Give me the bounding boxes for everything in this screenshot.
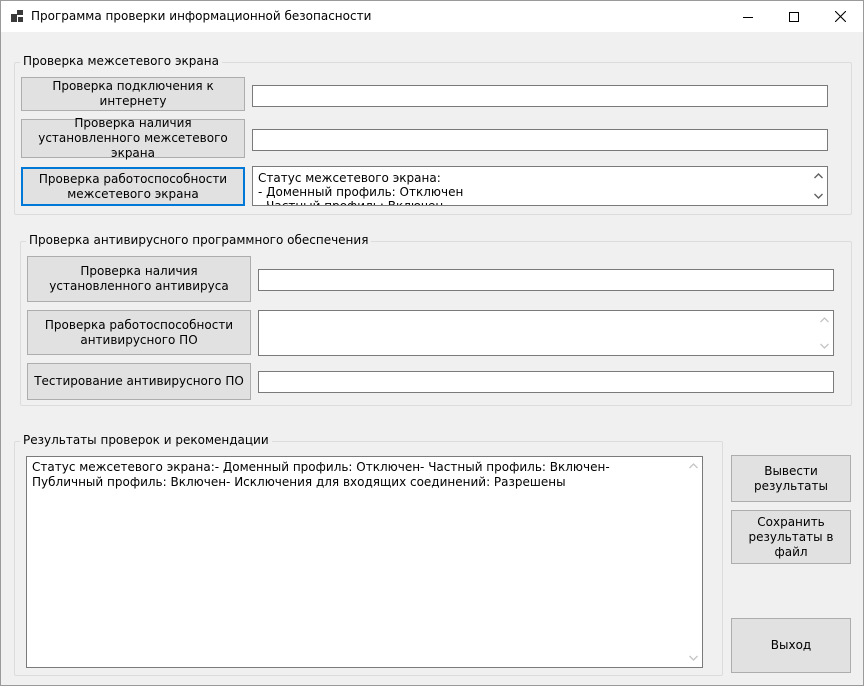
scroll-up-icon [689,463,698,469]
scroll-down-icon[interactable] [814,193,823,199]
close-button[interactable] [817,1,863,32]
antivirus-installed-result-field[interactable] [258,269,834,291]
scroll-down-icon [689,655,698,661]
check-antivirus-installed-button[interactable]: Проверка наличия установленного антивиру… [27,256,251,302]
firewall-installed-result-field[interactable] [252,129,828,151]
firewall-status-scrollbar[interactable] [810,167,827,205]
results-memo[interactable]: Статус межсетевого экрана:- Доменный про… [26,456,703,668]
antivirus-working-scrollbar [816,311,833,355]
show-results-button[interactable]: Вывести результаты [731,455,851,502]
internet-result-field[interactable] [252,85,828,107]
exit-button[interactable]: Выход [731,618,851,673]
results-scrollbar [685,457,702,667]
check-firewall-installed-button[interactable]: Проверка наличия установленного межсетев… [21,116,245,160]
save-results-button[interactable]: Сохранить результаты в файл [731,510,851,564]
firewall-group-label: Проверка межсетевого экрана [20,54,222,68]
test-antivirus-button[interactable]: Тестирование антивирусного ПО [27,363,251,400]
minimize-button[interactable] [725,1,771,32]
scroll-up-icon[interactable] [814,173,823,179]
results-text: Статус межсетевого экрана:- Доменный про… [32,460,614,489]
app-icon [11,10,23,22]
check-internet-button[interactable]: Проверка подключения к интернету [21,77,245,111]
maximize-button[interactable] [771,1,817,32]
window-title: Программа проверки информационной безопа… [31,9,372,23]
firewall-status-memo[interactable]: Статус межсетевого экрана: - Доменный пр… [252,166,828,206]
close-icon [834,11,846,22]
title-bar[interactable]: Программа проверки информационной безопа… [1,1,863,32]
antivirus-test-result-field[interactable] [258,371,834,393]
firewall-status-text: Статус межсетевого экрана: - Доменный пр… [258,171,464,206]
antivirus-working-memo[interactable] [258,310,834,356]
check-firewall-working-button[interactable]: Проверка работоспособности межсетевого э… [21,167,245,206]
maximize-icon [789,11,799,22]
results-group-label: Результаты проверок и рекомендации [20,433,272,447]
minimize-icon [743,16,753,18]
main-window: Программа проверки информационной безопа… [0,0,864,686]
scroll-up-icon [820,317,829,323]
check-antivirus-working-button[interactable]: Проверка работоспособности антивирусного… [27,310,251,355]
antivirus-group-label: Проверка антивирусного программного обес… [26,233,372,247]
scroll-down-icon [820,343,829,349]
